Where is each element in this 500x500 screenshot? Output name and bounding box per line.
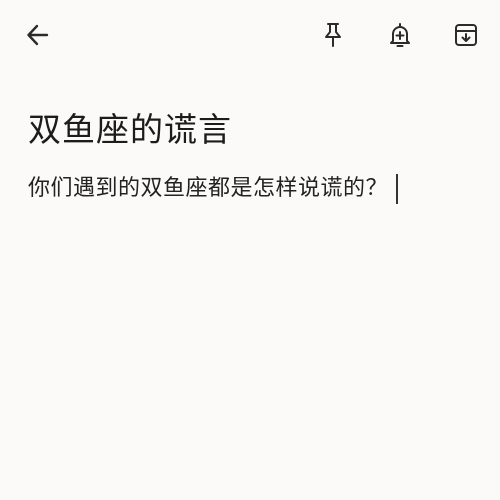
note-body-text: 你们遇到的双鱼座都是怎样说谎的？ <box>28 176 389 201</box>
archive-button[interactable] <box>450 19 482 51</box>
note-toolbar <box>0 0 500 72</box>
note-body[interactable]: 你们遇到的双鱼座都是怎样说谎的？ <box>28 172 468 206</box>
pin-button[interactable] <box>317 19 349 51</box>
back-button[interactable] <box>22 19 54 51</box>
bell-plus-icon <box>390 23 410 47</box>
archive-icon <box>455 24 477 46</box>
text-cursor <box>396 174 398 204</box>
pin-icon <box>325 23 341 47</box>
note-title[interactable]: 双鱼座的谎言 <box>28 108 468 152</box>
reminder-button[interactable] <box>384 19 416 51</box>
arrow-left-icon <box>27 24 49 46</box>
